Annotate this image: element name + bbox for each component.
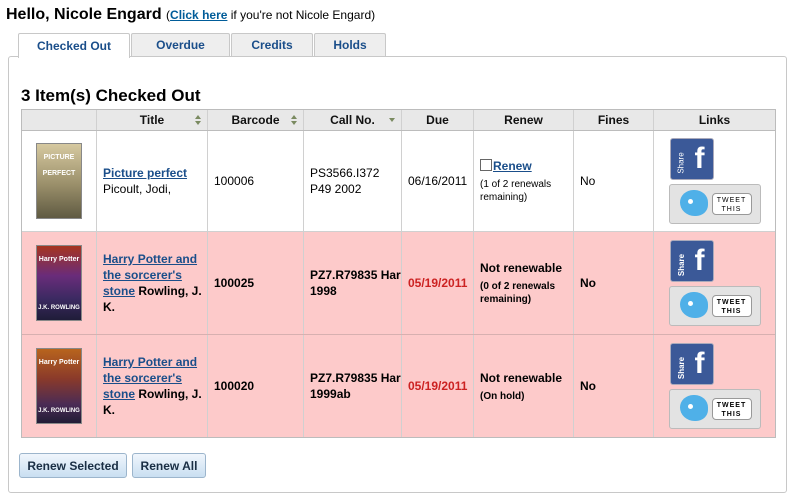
title-cell: Picture perfect Picoult, Jodi, bbox=[97, 131, 208, 231]
fines-cell: No bbox=[574, 232, 654, 334]
title-cell: Harry Potter and the sorcerer's stone Ro… bbox=[97, 335, 208, 437]
links-cell: Share f TWEET THIS bbox=[654, 335, 775, 437]
facebook-share-button[interactable]: Share f bbox=[669, 240, 714, 282]
due-cell: 06/16/2011 bbox=[402, 131, 474, 231]
cover-title: Harry Potter bbox=[38, 359, 80, 366]
cover-author: J.K. ROWLING bbox=[38, 305, 80, 311]
tab-overdue[interactable]: Overdue bbox=[131, 33, 230, 56]
book-cover-image[interactable]: Harry Potter J.K. ROWLING bbox=[36, 245, 82, 321]
col-links: Links bbox=[654, 110, 775, 130]
renew-cell: Not renewable (0 of 2 renewals remaining… bbox=[474, 232, 574, 334]
cover-title: Harry Potter bbox=[38, 256, 80, 263]
greeting-sub: (Click here if you're not Nicole Engard) bbox=[166, 8, 375, 22]
facebook-share-button[interactable]: Share f bbox=[669, 343, 714, 385]
sort-icon bbox=[195, 115, 201, 125]
twitter-bird-icon bbox=[679, 292, 708, 318]
facebook-icon: f bbox=[694, 244, 705, 277]
renew-all-button[interactable]: Renew All bbox=[132, 453, 206, 478]
share-label: Share bbox=[676, 152, 686, 174]
renew-cell: Not renewable (On hold) bbox=[474, 335, 574, 437]
facebook-icon: f bbox=[694, 142, 705, 175]
col-title[interactable]: Title bbox=[97, 110, 208, 130]
tweet-label: TWEET THIS bbox=[711, 398, 752, 420]
greeting-text: Hello, Nicole Engard bbox=[6, 6, 162, 23]
col-links-label: Links bbox=[698, 113, 731, 127]
tweet-label: TWEET THIS bbox=[711, 193, 752, 215]
facebook-icon: f bbox=[694, 347, 705, 380]
col-renew-label: Renew bbox=[504, 113, 543, 127]
not-me-link[interactable]: Click here bbox=[170, 8, 227, 22]
col-cover bbox=[22, 110, 97, 130]
greeting-suffix: if you're not Nicole Engard) bbox=[227, 8, 376, 22]
barcode-cell: 100020 bbox=[208, 335, 304, 437]
fines-cell: No bbox=[574, 131, 654, 231]
twitter-bird-icon bbox=[679, 395, 708, 421]
facebook-share-button[interactable]: Share f bbox=[669, 138, 714, 180]
twitter-bird-icon bbox=[679, 190, 708, 216]
renew-status: Not renewable bbox=[480, 370, 563, 385]
col-barcode[interactable]: Barcode bbox=[208, 110, 304, 130]
cover-cell: Harry Potter J.K. ROWLING bbox=[22, 335, 97, 437]
col-renew: Renew bbox=[474, 110, 574, 130]
title-cell: Harry Potter and the sorcerer's stone Ro… bbox=[97, 232, 208, 334]
call-no-cell: PZ7.R79835 Har 1998 bbox=[304, 232, 402, 334]
links-cell: Share f TWEET THIS bbox=[654, 131, 775, 231]
greeting: Hello, Nicole Engard (Click here if you'… bbox=[6, 6, 375, 24]
col-fines-label: Fines bbox=[597, 113, 630, 127]
call-no-cell: PZ7.R79835 Har 1999ab bbox=[304, 335, 402, 437]
barcode-cell: 100006 bbox=[208, 131, 304, 231]
book-cover-image[interactable]: Harry Potter J.K. ROWLING bbox=[36, 348, 82, 424]
checkouts-table: Title Barcode Call No. Due Renew Fines L… bbox=[21, 109, 776, 438]
tweet-this-button[interactable]: TWEET THIS bbox=[668, 389, 761, 429]
col-call-no-label: Call No. bbox=[330, 113, 375, 127]
col-due[interactable]: Due bbox=[402, 110, 474, 130]
renew-note: (0 of 2 renewals remaining) bbox=[480, 281, 556, 305]
cover-cell: Harry Potter J.K. ROWLING bbox=[22, 232, 97, 334]
renew-note: (On hold) bbox=[480, 390, 525, 402]
share-label: Share bbox=[676, 356, 686, 380]
author: Picoult, Jodi, bbox=[103, 182, 172, 196]
checked-out-panel: 3 Item(s) Checked Out Title Barcode Call… bbox=[8, 56, 787, 493]
col-due-label: Due bbox=[426, 113, 449, 127]
table-row: Harry Potter J.K. ROWLING Harry Potter a… bbox=[22, 232, 775, 335]
table-header: Title Barcode Call No. Due Renew Fines L… bbox=[22, 110, 775, 131]
renew-checkbox[interactable] bbox=[480, 159, 492, 171]
renew-selected-button[interactable]: Renew Selected bbox=[19, 453, 127, 478]
tweet-this-button[interactable]: TWEET THIS bbox=[668, 184, 761, 224]
links-cell: Share f TWEET THIS bbox=[654, 232, 775, 334]
tweet-label: TWEET THIS bbox=[711, 295, 752, 317]
title-link[interactable]: Picture perfect bbox=[103, 166, 187, 180]
due-cell: 05/19/2011 bbox=[402, 232, 474, 334]
fines-cell: No bbox=[574, 335, 654, 437]
barcode-cell: 100025 bbox=[208, 232, 304, 334]
cover-title: PICTURE PERFECT bbox=[42, 154, 76, 177]
col-fines: Fines bbox=[574, 110, 654, 130]
col-barcode-label: Barcode bbox=[231, 113, 280, 127]
due-cell: 05/19/2011 bbox=[402, 335, 474, 437]
share-label: Share bbox=[676, 253, 686, 277]
col-title-label: Title bbox=[139, 113, 165, 127]
tweet-this-button[interactable]: TWEET THIS bbox=[668, 286, 761, 326]
renew-link[interactable]: Renew bbox=[493, 159, 532, 173]
table-row: PICTURE PERFECT Picture perfect Picoult, … bbox=[22, 131, 775, 232]
sort-icon bbox=[291, 115, 297, 125]
tab-checked-out[interactable]: Checked Out bbox=[18, 33, 130, 58]
table-row: Harry Potter J.K. ROWLING Harry Potter a… bbox=[22, 335, 775, 437]
renew-note: (1 of 2 renewals remaining) bbox=[480, 179, 552, 203]
tab-credits[interactable]: Credits bbox=[231, 33, 313, 56]
sort-desc-icon bbox=[389, 115, 395, 125]
items-heading: 3 Item(s) Checked Out bbox=[21, 86, 201, 105]
tab-holds[interactable]: Holds bbox=[314, 33, 386, 56]
cover-cell: PICTURE PERFECT bbox=[22, 131, 97, 231]
call-no-cell: PS3566.I372 P49 2002 bbox=[304, 131, 402, 231]
renew-status: Not renewable bbox=[480, 261, 563, 275]
book-cover-image[interactable]: PICTURE PERFECT bbox=[36, 143, 82, 219]
renew-cell: Renew (1 of 2 renewals remaining) bbox=[474, 131, 574, 231]
cover-author: J.K. ROWLING bbox=[38, 408, 80, 414]
col-call-no[interactable]: Call No. bbox=[304, 110, 402, 130]
